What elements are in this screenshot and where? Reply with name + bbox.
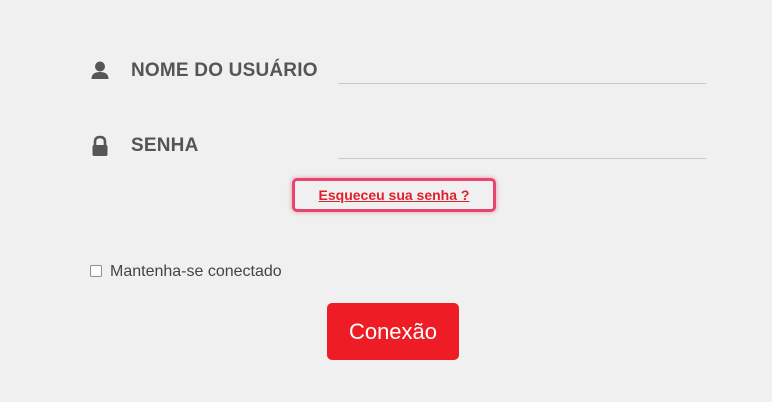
login-form: NOME DO USUÁRIO SENHA Esqueceu sua senha… — [0, 0, 772, 402]
password-input[interactable] — [338, 131, 706, 159]
username-row: NOME DO USUÁRIO — [90, 56, 710, 86]
remember-me-label: Mantenha-se conectado — [110, 263, 282, 280]
forgot-password-highlight: Esqueceu sua senha ? — [292, 178, 496, 212]
login-button[interactable]: Conexão — [327, 303, 459, 360]
username-label: NOME DO USUÁRIO — [131, 60, 318, 81]
remember-me-checkbox[interactable] — [90, 265, 102, 277]
password-label: SENHA — [131, 135, 199, 156]
remember-me[interactable]: Mantenha-se conectado — [90, 262, 282, 282]
forgot-password-link[interactable]: Esqueceu sua senha ? — [295, 181, 493, 209]
user-icon — [90, 60, 110, 82]
lock-icon — [90, 135, 110, 157]
password-row: SENHA — [90, 131, 710, 161]
username-input[interactable] — [338, 56, 706, 84]
